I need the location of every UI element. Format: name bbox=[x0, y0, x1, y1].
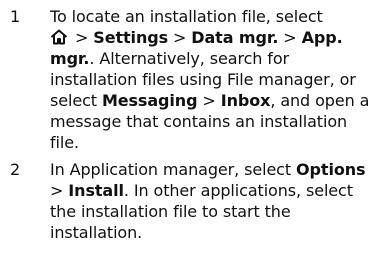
step-number: 2 bbox=[10, 160, 21, 179]
step-text: To locate an installation file, select >… bbox=[50, 6, 376, 153]
settings-keyword: Settings bbox=[93, 28, 169, 47]
separator: > bbox=[168, 28, 192, 47]
messaging-keyword: Messaging bbox=[101, 91, 198, 110]
data-mgr-keyword: Data mgr. bbox=[191, 28, 279, 47]
separator: > bbox=[197, 91, 221, 110]
inbox-keyword: Inbox bbox=[220, 91, 271, 110]
step-lead: In Application manager, select bbox=[50, 160, 297, 179]
options-keyword: Options bbox=[296, 160, 366, 179]
install-keyword: Install bbox=[68, 181, 124, 200]
home-icon bbox=[50, 29, 68, 45]
separator: > bbox=[278, 28, 302, 47]
step-2: 2 In Application manager, select Options… bbox=[8, 159, 376, 243]
step-text: In Application manager, select Options >… bbox=[50, 159, 376, 243]
separator: > bbox=[70, 28, 94, 47]
separator: > bbox=[50, 181, 69, 200]
instructions: 1 To locate an installation file, select… bbox=[0, 0, 384, 268]
step-number: 1 bbox=[10, 7, 21, 26]
step-lead: To locate an installation file, select bbox=[50, 7, 323, 26]
step-1: 1 To locate an installation file, select… bbox=[8, 6, 376, 153]
